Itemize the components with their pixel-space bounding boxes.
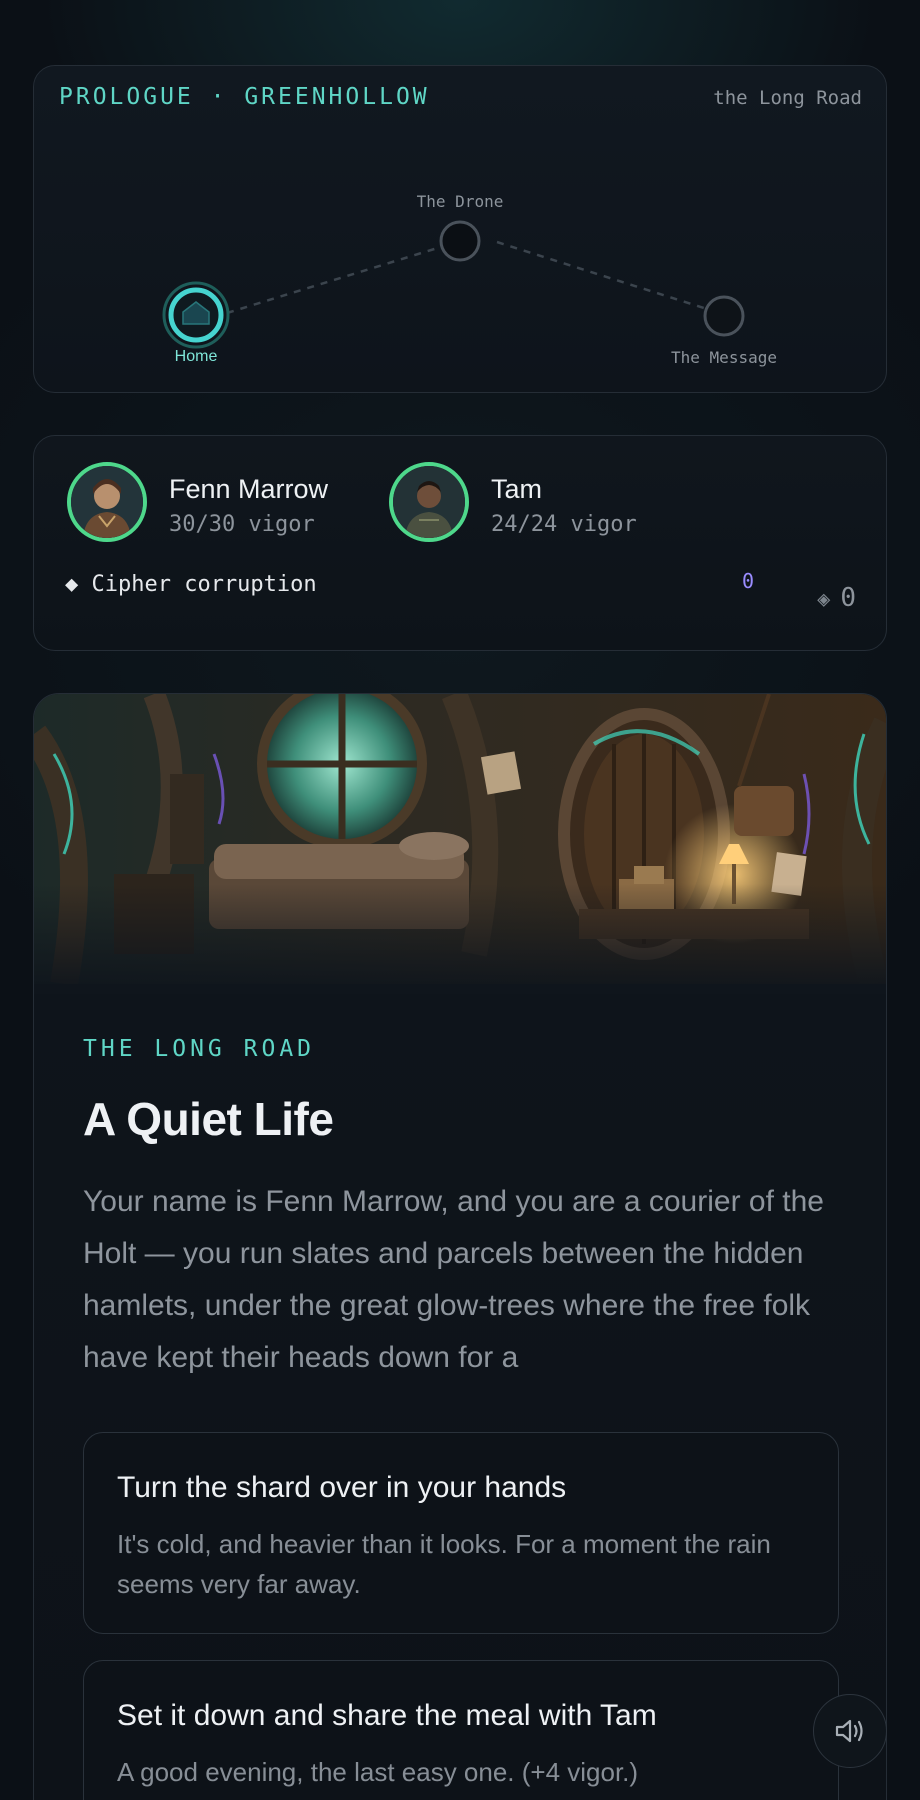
story-kicker: THE LONG ROAD [83, 1036, 316, 1062]
party-panel: Fenn Marrow 30/30 vigor Tam 24/24 vigor … [33, 435, 887, 651]
map-path-svg [162, 220, 745, 349]
member-vigor: 30/30 vigor [169, 512, 315, 537]
choice-title: Set it down and share the meal with Tam [117, 1699, 657, 1732]
node-label-message: The Message [671, 348, 777, 367]
portrait-icon [393, 466, 465, 538]
portrait-icon [71, 466, 143, 538]
map-node-drone[interactable] [439, 220, 481, 262]
member-name: Fenn Marrow [169, 474, 329, 504]
path-home-drone [226, 240, 458, 315]
shard-count-value: 0 [840, 583, 856, 613]
avatar [67, 462, 147, 542]
corruption-value: 0 [742, 569, 755, 593]
member-name: Tam [491, 474, 543, 504]
story-panel: THE LONG ROAD A Quiet Life Your name is … [33, 693, 887, 1800]
choice-desc: A good evening, the last easy one. (+4 v… [117, 1757, 639, 1787]
shard-icon: ◈ [817, 587, 831, 612]
scene-fade [34, 884, 886, 994]
map-node-home[interactable] [162, 281, 230, 349]
shard-counter: ◈ 0 [817, 583, 856, 613]
choice-button[interactable]: Turn the shard over in your hands It's c… [83, 1432, 839, 1634]
avatar [389, 462, 469, 542]
speaker-icon [835, 1719, 863, 1743]
choice-title: Turn the shard over in your hands [117, 1471, 567, 1504]
journey-map: PROLOGUE · GREENHOLLOW the Long Road Hom… [33, 65, 887, 393]
sound-toggle-button[interactable] [813, 1694, 887, 1768]
path-drone-message [496, 240, 711, 312]
map-node-message[interactable] [703, 295, 745, 337]
node-label-drone: The Drone [416, 192, 504, 211]
choice-button[interactable]: Set it down and share the meal with Tam … [83, 1660, 839, 1800]
choice-desc: It's cold, and heavier than it looks. Fo… [117, 1529, 771, 1599]
story-title: A Quiet Life [83, 1093, 334, 1145]
node-label-home: Home [174, 348, 218, 365]
story-body: Your name is Fenn Marrow, and you are a … [83, 1185, 824, 1374]
member-vigor: 24/24 vigor [491, 512, 637, 537]
corruption-label: ◆ Cipher corruption [65, 572, 317, 597]
